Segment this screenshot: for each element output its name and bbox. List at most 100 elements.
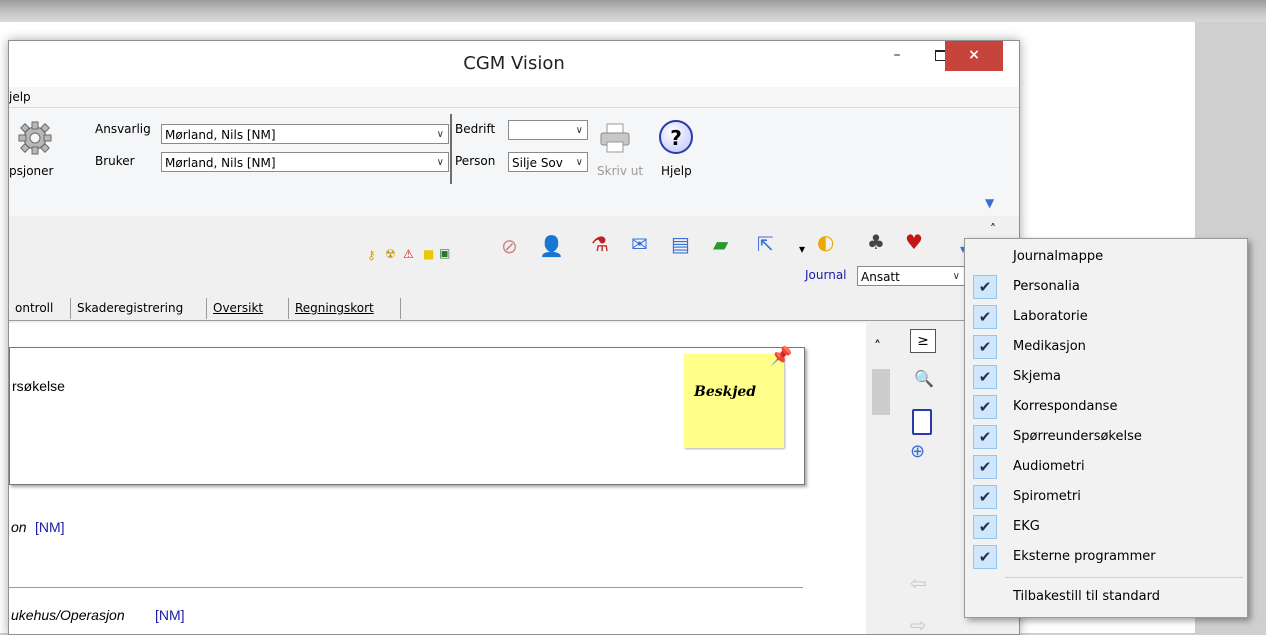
menu-item-label: Skjema (1013, 369, 1062, 384)
menu-item-journalmappe[interactable]: Journalmappe (965, 242, 1245, 272)
ear-icon[interactable]: ◐ (817, 230, 834, 254)
checkmark-icon: ✔ (973, 485, 997, 509)
help-icon[interactable]: ? (659, 120, 693, 154)
menu-item-spirometri[interactable]: ✔ Spirometri (965, 482, 1245, 512)
journal-label: Journal (805, 268, 847, 282)
new-document-icon[interactable] (912, 409, 932, 435)
printer-icon[interactable] (599, 122, 631, 154)
collapse-ribbon-icon[interactable]: ▼ (985, 196, 994, 210)
next-button[interactable]: ≥ (910, 329, 936, 353)
bruker-label: Bruker (95, 154, 135, 168)
menu-item-label: Medikasjon (1013, 339, 1086, 354)
zoom-in-icon[interactable]: ⊕ (910, 441, 925, 462)
window-title: CGM Vision (463, 53, 565, 74)
arrow-right-icon[interactable]: ⇨ (910, 613, 927, 634)
mail-icon[interactable]: ✉ (631, 232, 648, 256)
chevron-up-icon[interactable]: ˄ (990, 222, 996, 236)
print-label[interactable]: Skriv ut (597, 164, 643, 178)
checkmark-icon: ✔ (973, 515, 997, 539)
scroll-thumb[interactable] (872, 369, 890, 415)
warning-icon[interactable]: ⚠ (403, 247, 414, 261)
checkmark-icon: ✔ (973, 275, 997, 299)
tab-skaderegistrering[interactable]: Skaderegistrering (71, 298, 207, 319)
menu-item-label: Spørreundersøkelse (1013, 429, 1142, 444)
chevron-down-icon[interactable]: ▾ (799, 242, 805, 256)
menu-item-laboratorie[interactable]: ✔ Laboratorie (965, 302, 1245, 332)
content-line-2: on (11, 519, 27, 535)
menu-item-audiometri[interactable]: ✔ Audiometri (965, 452, 1245, 482)
checkmark-icon: ✔ (973, 305, 997, 329)
divider (9, 587, 803, 588)
external-link-icon[interactable]: ⇱ (757, 232, 774, 256)
menu-item-sporreundersokelse[interactable]: ✔ Spørreundersøkelse (965, 422, 1245, 452)
search-icon[interactable]: 🔍 (914, 369, 934, 388)
document-icon[interactable]: ▰ (713, 232, 728, 256)
scroll-up-icon[interactable]: ˄ (874, 339, 881, 355)
menu-item-label: Spirometri (1013, 489, 1081, 504)
test-tube-icon[interactable]: ⚗ (591, 232, 609, 256)
menu-item-medikasjon[interactable]: ✔ Medikasjon (965, 332, 1245, 362)
menu-item-label: Audiometri (1013, 459, 1085, 474)
options-label[interactable]: psjoner (9, 164, 53, 178)
note-icon[interactable]: ■ (423, 247, 434, 261)
content-line-3: ukehus/Operasjon (11, 607, 125, 623)
pin-icon: 📌 (770, 346, 793, 367)
menu-item-label: EKG (1013, 519, 1040, 534)
menu-item-label: Personalia (1013, 279, 1080, 294)
checkmark-icon: ✔ (973, 395, 997, 419)
tab-oversikt[interactable]: Oversikt (207, 298, 289, 319)
toolbar: ⚷ ☢ ⚠ ■ ▣ ⊘ 👤 ⚗ ✉ ▤ ▰ ⇱ ▾ ◐ ♣ ♥ ▾ ˄ Jour… (9, 216, 1019, 308)
menu-item-label: Korrespondanse (1013, 399, 1118, 414)
menu-item-eksterne-programmer[interactable]: ✔ Eksterne programmer (965, 542, 1245, 572)
menu-help[interactable]: jelp (9, 90, 31, 104)
person-select[interactable]: Silje Sov ∨ (508, 152, 588, 172)
gear-icon[interactable] (17, 120, 53, 156)
menu-item-korrespondanse[interactable]: ✔ Korrespondanse (965, 392, 1245, 422)
checkmark-icon: ✔ (973, 365, 997, 389)
scrollbar[interactable]: ˄ (866, 323, 896, 634)
menu-item-personalia[interactable]: ✔ Personalia (965, 272, 1245, 302)
minimize-button[interactable]: – (875, 41, 919, 71)
menu-item-label: Laboratorie (1013, 309, 1088, 324)
key-icon[interactable]: ⚷ (367, 248, 376, 262)
ansvarlig-label: Ansvarlig (95, 122, 151, 136)
journal-select[interactable]: Ansatt ∨ (857, 266, 965, 286)
chevron-down-icon: ∨ (436, 129, 444, 140)
ansvarlig-select[interactable]: Mørland, Nils [NM] ∨ (161, 124, 449, 144)
chevron-down-icon: ∨ (575, 157, 583, 168)
person-value: Silje Sov (512, 156, 563, 170)
menu-item-skjema[interactable]: ✔ Skjema (965, 362, 1245, 392)
list-icon[interactable]: ▤ (671, 232, 690, 256)
tab-kontroll[interactable]: ontroll (9, 298, 71, 319)
menu-item-label: Tilbakestill til standard (1013, 589, 1160, 604)
separator (450, 114, 452, 184)
menu-item-label: Journalmappe (1013, 249, 1104, 264)
heart-icon[interactable]: ♥ (905, 230, 923, 254)
menu-item-ekg[interactable]: ✔ EKG (965, 512, 1245, 542)
ribbon: psjoner Ansvarlig Mørland, Nils [NM] ∨ Br… (9, 107, 1019, 217)
tab-regningskort[interactable]: Regningskort (289, 298, 401, 319)
help-label[interactable]: Hjelp (661, 164, 692, 178)
content-line-2-initials: [NM] (35, 519, 65, 535)
arrow-left-icon[interactable]: ⇦ (910, 571, 927, 595)
menu-item-reset[interactable]: Tilbakestill til standard (965, 582, 1245, 612)
bruker-select[interactable]: Mørland, Nils [NM] ∨ (161, 152, 449, 172)
person-label: Person (455, 154, 496, 168)
lungs-icon[interactable]: ♣ (867, 230, 885, 254)
bedrift-select[interactable]: ∨ (508, 120, 588, 140)
bruker-value: Mørland, Nils [NM] (165, 156, 276, 170)
radiation-icon[interactable]: ☢ (385, 247, 396, 261)
menu-item-label: Eksterne programmer (1013, 549, 1156, 564)
close-button[interactable]: × (945, 41, 1003, 71)
menu-bar: jelp (9, 87, 1019, 107)
journal-value: Ansatt (861, 270, 900, 284)
sticky-note-text: Beskjed (694, 384, 757, 400)
side-panel: ≥ 🔍 ⊕ ⇦ ⇨ (896, 323, 956, 634)
desktop-top (0, 0, 1266, 22)
message-box: rsøkelse Beskjed 📌 (9, 346, 805, 485)
app-window: CGM Vision – × jelp psjoner Ansvarlig Mø… (8, 40, 1020, 635)
sticky-note[interactable]: Beskjed 📌 (684, 346, 792, 448)
no-id-icon[interactable]: ⊘ (501, 234, 518, 258)
person-icon[interactable]: 👤 (539, 234, 564, 258)
image-icon[interactable]: ▣ (439, 246, 450, 260)
